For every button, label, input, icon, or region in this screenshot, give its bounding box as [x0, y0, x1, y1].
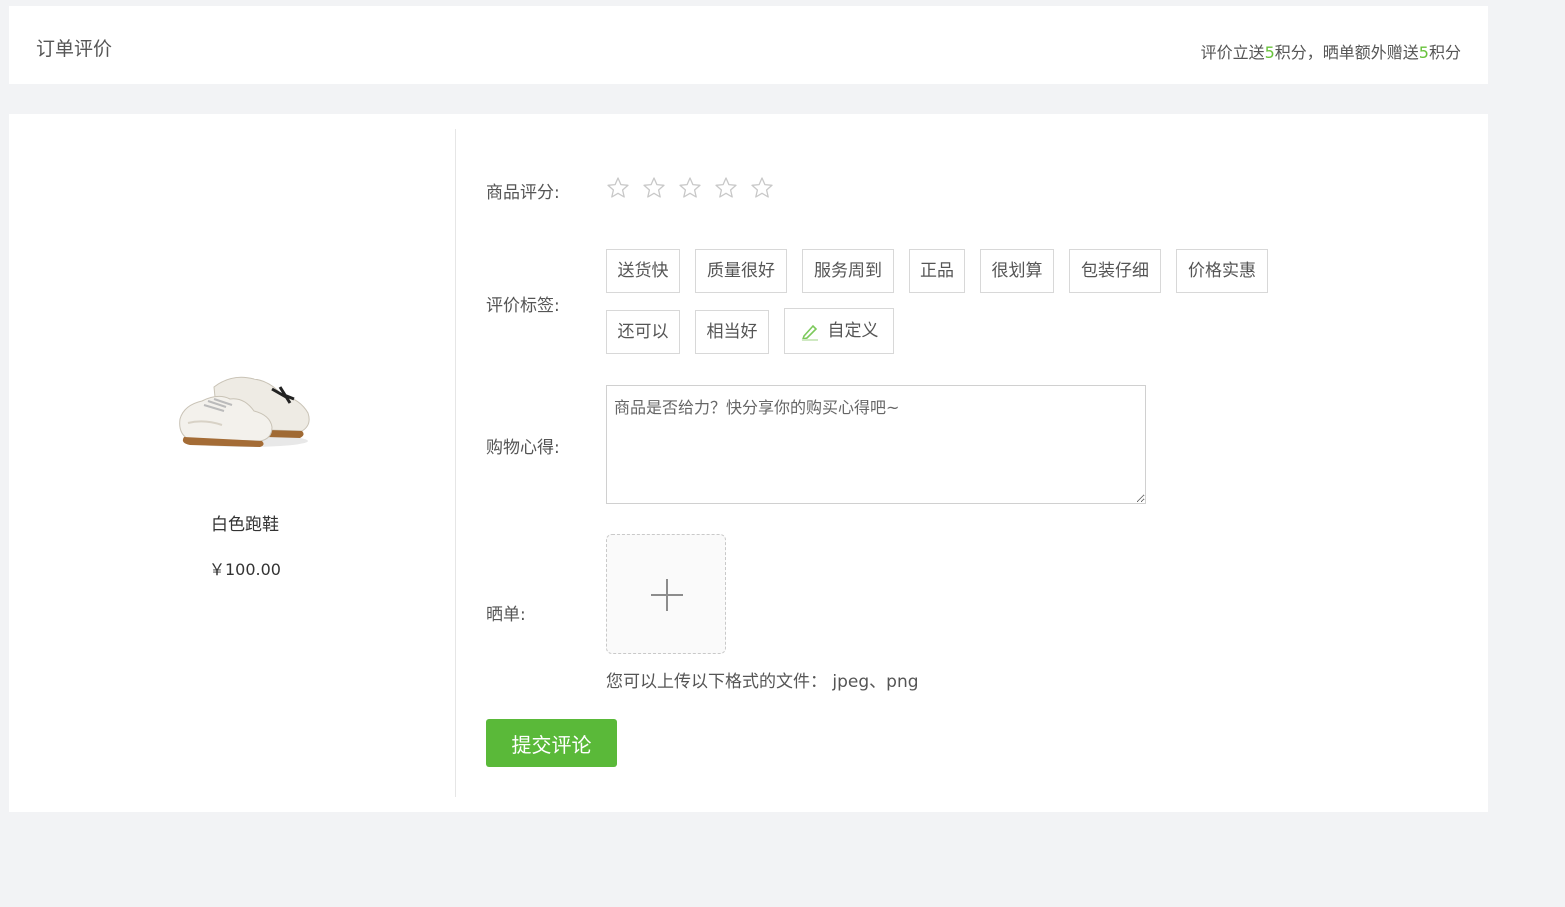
points-tip: 评价立送5积分，晒单额外赠送5积分: [1201, 39, 1461, 63]
page-title: 订单评价: [36, 38, 113, 60]
points-value: 5: [1264, 43, 1275, 62]
image-upload-button[interactable]: [606, 534, 726, 654]
points-tip-text: 评价立送: [1200, 43, 1265, 62]
star-icon[interactable]: [678, 176, 702, 200]
custom-tag-label: 自定义: [827, 321, 879, 341]
points-tip-text: 积分: [1428, 43, 1461, 62]
submit-review-button[interactable]: 提交评论: [486, 719, 617, 767]
tags-label: 评价标签:: [486, 296, 560, 316]
tag-item[interactable]: 价格实惠: [1176, 249, 1268, 293]
star-icon[interactable]: [606, 176, 630, 200]
bonus-points-value: 5: [1418, 43, 1429, 62]
product-price: ￥100.00: [209, 560, 281, 579]
tag-item[interactable]: 包装仔细: [1069, 249, 1161, 293]
divider: [455, 129, 456, 797]
upload-label: 晒单:: [486, 605, 526, 625]
product-card: 白色跑鞋 ￥100.00: [9, 114, 455, 812]
page-header: 订单评价 评价立送5积分，晒单额外赠送5积分: [9, 6, 1488, 84]
tag-item[interactable]: 还可以: [606, 310, 680, 354]
star-icon[interactable]: [750, 176, 774, 200]
points-tip-text: 积分，晒单额外赠送: [1274, 43, 1419, 62]
tag-item[interactable]: 相当好: [695, 310, 769, 354]
rating-label: 商品评分:: [486, 183, 560, 203]
upload-hint: 您可以上传以下格式的文件： jpeg、png: [606, 672, 919, 692]
product-name: 白色跑鞋: [211, 515, 279, 535]
star-icon[interactable]: [714, 176, 738, 200]
product-image: [179, 376, 310, 447]
plus-icon: [651, 579, 683, 611]
star-icon[interactable]: [642, 176, 666, 200]
pencil-icon: [801, 324, 818, 341]
experience-textarea[interactable]: [606, 385, 1146, 504]
experience-label: 购物心得:: [486, 438, 560, 458]
rating-stars: [606, 176, 774, 200]
tag-item[interactable]: 正品: [909, 249, 965, 293]
tag-item[interactable]: 送货快: [606, 249, 680, 293]
custom-tag-button[interactable]: 自定义: [784, 308, 894, 354]
review-panel: 白色跑鞋 ￥100.00 商品评分: 评价标签: 送货快 质量很好 服务周到 正…: [9, 114, 1488, 812]
tag-item[interactable]: 质量很好: [695, 249, 787, 293]
tag-item[interactable]: 服务周到: [802, 249, 894, 293]
tag-item[interactable]: 很划算: [980, 249, 1054, 293]
